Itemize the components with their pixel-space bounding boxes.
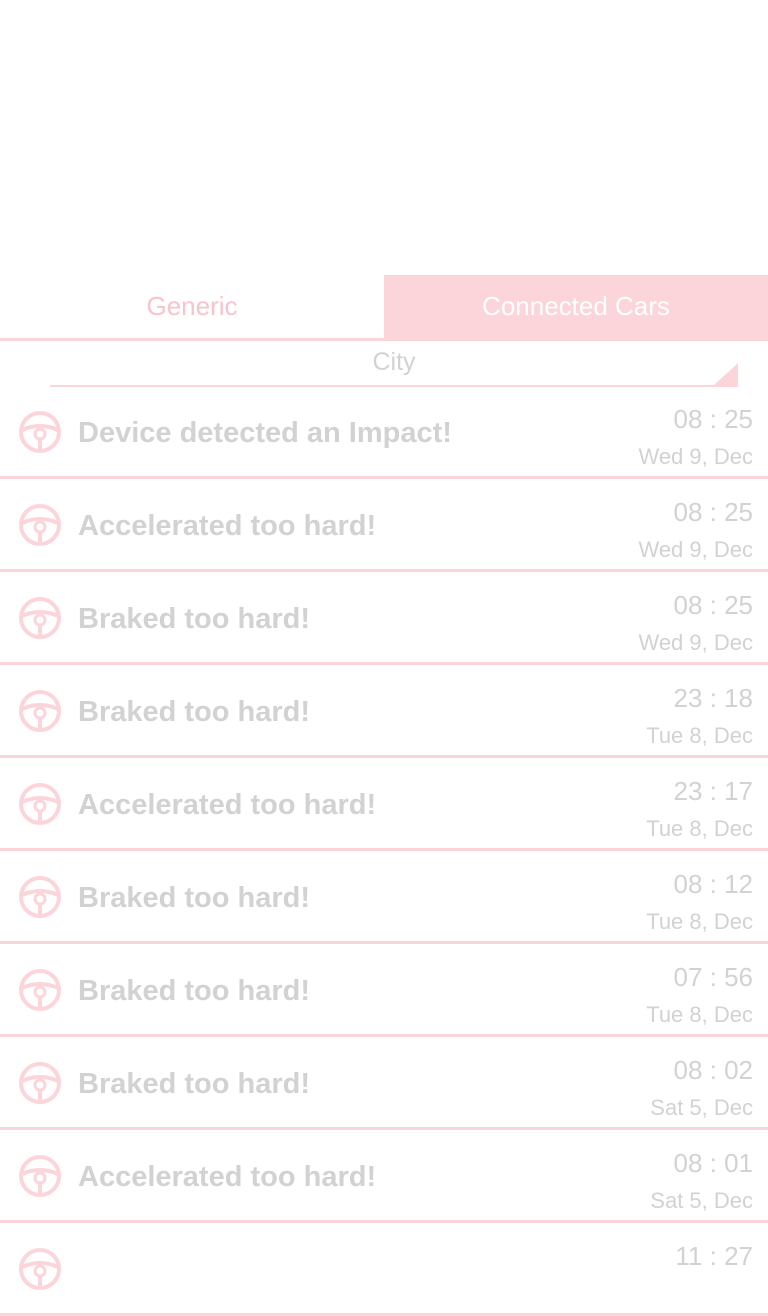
steering-wheel-icon bbox=[18, 1247, 62, 1291]
event-title: Device detected an Impact! bbox=[78, 417, 452, 449]
steering-wheel-icon bbox=[18, 596, 62, 640]
event-row[interactable]: Accelerated too hard! 08 : 01 Sat 5, Dec bbox=[0, 1130, 768, 1223]
tab-connected-cars[interactable]: Connected Cars bbox=[384, 275, 768, 338]
event-row[interactable]: Accelerated too hard! 08 : 25 Wed 9, Dec bbox=[0, 479, 768, 572]
event-time: 23 : 17 bbox=[673, 776, 753, 806]
event-date: Tue 8, Dec bbox=[646, 1002, 753, 1027]
event-date: Tue 8, Dec bbox=[646, 723, 753, 748]
event-date: Wed 9, Dec bbox=[638, 537, 753, 562]
event-row[interactable]: Braked too hard! 08 : 02 Sat 5, Dec bbox=[0, 1037, 768, 1130]
event-row[interactable]: Braked too hard! 23 : 18 Tue 8, Dec bbox=[0, 665, 768, 758]
event-title: Accelerated too hard! bbox=[78, 789, 377, 821]
event-time: 08 : 25 bbox=[673, 404, 753, 434]
tab-bar: Generic Connected Cars bbox=[0, 275, 768, 341]
event-time: 11 : 27 bbox=[675, 1241, 753, 1271]
event-time: 08 : 02 bbox=[673, 1055, 753, 1085]
steering-wheel-icon bbox=[18, 410, 62, 454]
event-row[interactable]: Device detected an Impact! 08 : 25 Wed 9, … bbox=[0, 386, 768, 479]
event-row[interactable]: Accelerated too hard! 23 : 17 Tue 8, Dec bbox=[0, 758, 768, 851]
event-title: Braked too hard! bbox=[78, 603, 311, 635]
event-date: Sat 5, Dec bbox=[650, 1095, 753, 1120]
event-title: Braked too hard! bbox=[78, 1068, 311, 1100]
city-filter-label: City bbox=[372, 348, 416, 376]
dropdown-corner-icon bbox=[714, 363, 738, 385]
steering-wheel-icon bbox=[18, 1154, 62, 1198]
event-time: 08 : 25 bbox=[673, 497, 753, 527]
steering-wheel-icon bbox=[18, 503, 62, 547]
event-date: Tue 8, Dec bbox=[646, 909, 753, 934]
event-time: 23 : 18 bbox=[673, 683, 753, 713]
steering-wheel-icon bbox=[18, 875, 62, 919]
steering-wheel-icon bbox=[18, 689, 62, 733]
event-date: Wed 9, Dec bbox=[638, 444, 753, 469]
event-title: Braked too hard! bbox=[78, 882, 311, 914]
tab-generic[interactable]: Generic bbox=[0, 275, 384, 338]
event-title: Accelerated too hard! bbox=[78, 1161, 377, 1193]
event-time: 08 : 25 bbox=[673, 590, 753, 620]
event-date: Wed 9, Dec bbox=[638, 630, 753, 655]
event-title: Braked too hard! bbox=[78, 975, 311, 1007]
steering-wheel-icon bbox=[18, 1061, 62, 1105]
steering-wheel-icon bbox=[18, 782, 62, 826]
event-time: 08 : 01 bbox=[673, 1148, 753, 1178]
city-filter-dropdown[interactable]: City bbox=[50, 343, 738, 387]
event-row[interactable]: Braked too hard! 07 : 56 Tue 8, Dec bbox=[0, 944, 768, 1037]
event-date: Sat 5, Dec bbox=[650, 1188, 753, 1213]
event-list: Device detected an Impact! 08 : 25 Wed 9, … bbox=[0, 386, 768, 1316]
event-row[interactable]: Braked too hard! 08 : 25 Wed 9, Dec bbox=[0, 572, 768, 665]
event-time: 07 : 56 bbox=[673, 962, 753, 992]
event-row[interactable]: Braked too hard! 08 : 12 Tue 8, Dec bbox=[0, 851, 768, 944]
event-title: Braked too hard! bbox=[78, 696, 311, 728]
event-date: Tue 8, Dec bbox=[646, 816, 753, 841]
event-row[interactable]: 11 : 27 bbox=[0, 1223, 768, 1316]
event-time: 08 : 12 bbox=[673, 869, 753, 899]
steering-wheel-icon bbox=[18, 968, 62, 1012]
event-title: Accelerated too hard! bbox=[78, 510, 377, 542]
